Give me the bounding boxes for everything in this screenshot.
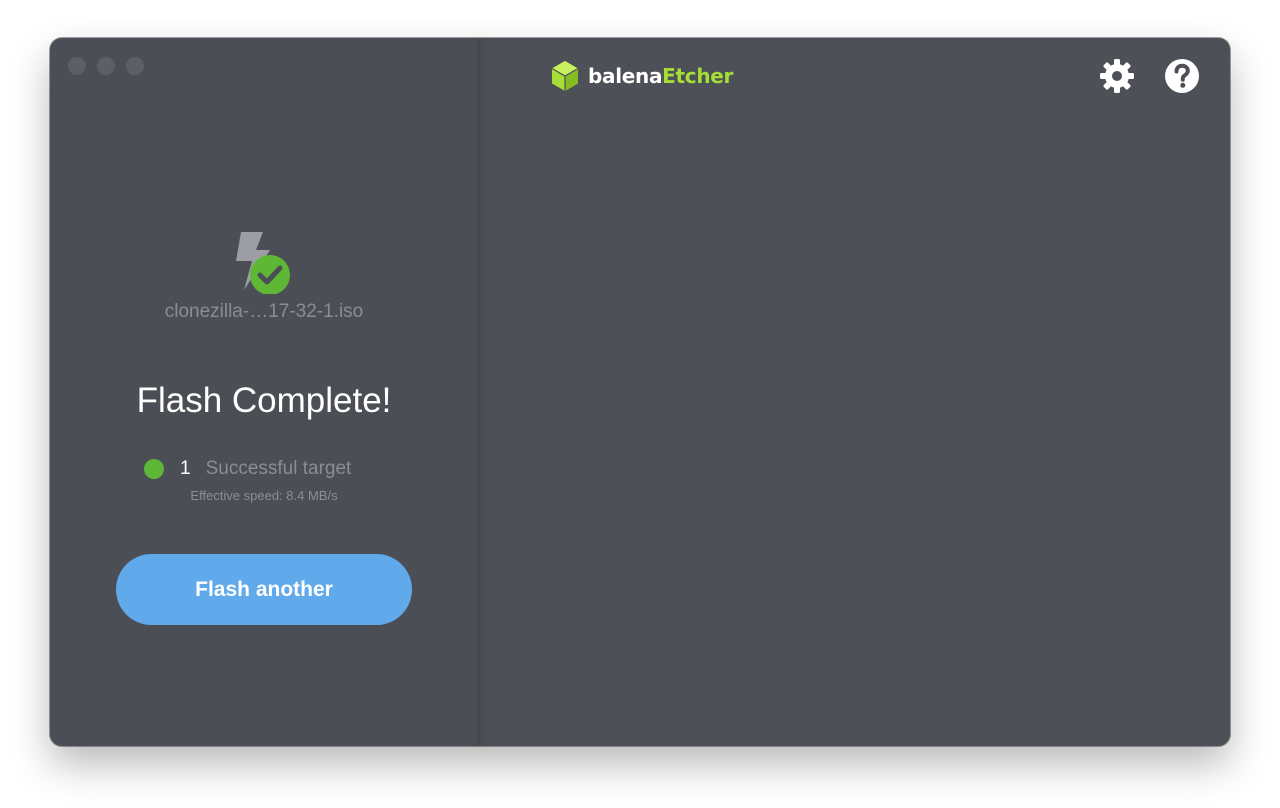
flash-another-button[interactable]: Flash another — [116, 554, 412, 625]
app-logo: balena Etcher — [550, 60, 733, 92]
window-minimize-button[interactable] — [97, 57, 115, 75]
flash-status-title: Flash Complete! — [136, 381, 392, 420]
question-circle-icon[interactable] — [1164, 58, 1200, 94]
success-status-dot — [144, 459, 164, 479]
successful-target-count: 1 — [180, 458, 191, 479]
logo-text-balena: balena — [588, 64, 663, 88]
window-controls — [68, 57, 144, 75]
status-panel: clonezilla-…17-32-1.iso Flash Complete! … — [50, 38, 478, 746]
check-circle-icon — [250, 255, 290, 294]
gear-icon[interactable] — [1099, 58, 1135, 94]
window-maximize-button[interactable] — [126, 57, 144, 75]
image-filename: clonezilla-…17-32-1.iso — [164, 301, 364, 322]
logo-text-etcher: Etcher — [662, 64, 734, 88]
app-window: clonezilla-…17-32-1.iso Flash Complete! … — [50, 38, 1230, 746]
successful-target-label: Successful target — [205, 458, 352, 479]
successful-targets-row: 1 Successful target — [144, 456, 351, 482]
window-close-button[interactable] — [68, 57, 86, 75]
content-panel — [478, 38, 1230, 746]
effective-speed: Effective speed: 8.4 MB/s — [190, 488, 338, 503]
flash-complete-icon — [236, 232, 290, 294]
balena-cube-icon — [551, 61, 579, 91]
